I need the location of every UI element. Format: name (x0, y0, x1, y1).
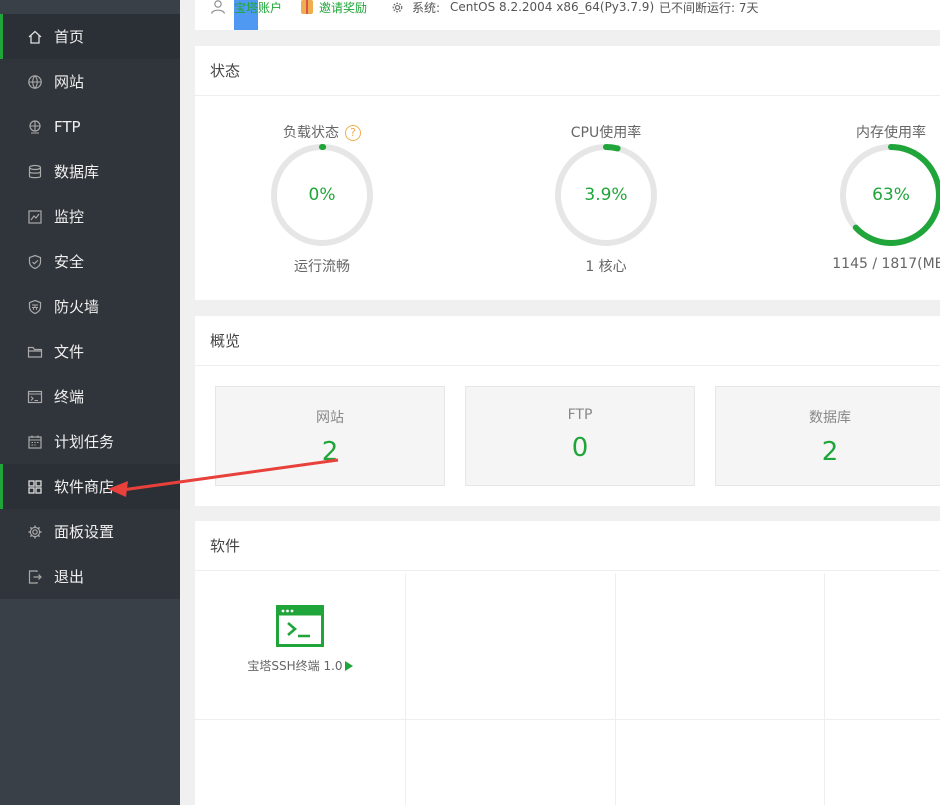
sidebar-item-panel-settings[interactable]: 面板设置 (0, 509, 180, 554)
home-icon (26, 28, 44, 46)
system-info: 系统: CentOS 8.2.2004 x86_64(Py3.7.9) (391, 0, 655, 15)
uptime-text: 已不间断运行: 7天 (659, 0, 759, 15)
software-cell (615, 719, 825, 805)
firewall-icon (26, 298, 44, 316)
calendar-icon (26, 433, 44, 451)
gauge-ring: 3.9% (553, 142, 659, 248)
sidebar-item-database[interactable]: 数据库 (0, 149, 180, 194)
sidebar-item-label: 退出 (54, 568, 85, 586)
gear-icon (26, 523, 44, 541)
sidebar-item-monitor[interactable]: 监控 (0, 194, 180, 239)
monitor-icon (26, 208, 44, 226)
gift-icon (301, 0, 313, 14)
gauge-value: 0% (308, 185, 336, 205)
gauge-label: CPU使用率 (570, 125, 642, 141)
software-cell (195, 719, 406, 805)
sidebar-item-label: 首页 (54, 28, 85, 46)
load-gauge[interactable]: 负载状态? 0% 运行流畅 (232, 122, 412, 276)
gauge-ring: 63% (838, 142, 940, 248)
card-value[interactable]: 0 (466, 433, 694, 463)
gauge-value: 63% (872, 185, 910, 205)
software-cell (824, 719, 940, 805)
sidebar-item-ftp[interactable]: FTP (0, 104, 180, 149)
active-indicator (0, 14, 3, 59)
invite-link[interactable]: 邀请奖励 (301, 0, 368, 15)
globe-icon (26, 73, 44, 91)
software-cell (615, 573, 825, 720)
status-panel: 状态 负载状态? 0% 运行流畅 CPU使用率 3.9% 1 核心 内存使用率 … (195, 46, 940, 300)
active-indicator (0, 464, 3, 509)
user-icon (210, 0, 226, 14)
sidebar-item-label: 面板设置 (54, 523, 115, 541)
sidebar-item-label: 终端 (54, 388, 85, 406)
sidebar-item-label: 网站 (54, 73, 85, 91)
overview-panel: 概览 网站 2 FTP 0 数据库 2 (195, 316, 940, 506)
overview-card-website[interactable]: 网站 2 (215, 386, 445, 486)
gauge-sub: 运行流畅 (294, 259, 350, 275)
gauge-sub: 1145 / 1817(MB) (832, 256, 940, 272)
ftp-icon (26, 118, 44, 136)
system-value: CentOS 8.2.2004 x86_64(Py3.7.9) (450, 0, 655, 14)
software-name[interactable]: 宝塔SSH终端 1.0 (195, 657, 405, 674)
sidebar-item-terminal[interactable]: 终端 (0, 374, 180, 419)
software-cell (405, 719, 616, 805)
sidebar-item-label: 文件 (54, 343, 85, 361)
invite-label: 邀请奖励 (319, 0, 368, 15)
sidebar-item-logout[interactable]: 退出 (0, 554, 180, 599)
gauge-label: 内存使用率 (856, 125, 926, 141)
software-cell[interactable]: 宝塔SSH终端 1.0 (195, 573, 406, 720)
software-item[interactable]: 宝塔SSH终端 1.0 (195, 605, 405, 674)
cpu-gauge[interactable]: CPU使用率 3.9% 1 核心 (516, 122, 696, 276)
software-cell (824, 573, 940, 720)
gauge-sub: 1 核心 (585, 259, 627, 275)
sidebar-item-firewall[interactable]: 防火墙 (0, 284, 180, 329)
sidebar-item-files[interactable]: 文件 (0, 329, 180, 374)
overview-card-ftp[interactable]: FTP 0 (465, 386, 695, 486)
system-label: 系统: (412, 0, 441, 15)
shield-icon (26, 253, 44, 271)
database-icon (26, 163, 44, 181)
overview-card-database[interactable]: 数据库 2 (715, 386, 940, 486)
top-info-bar: 宝塔账户 邀请奖励 系统: CentOS 8.2.2004 x86_64(Py3… (195, 0, 940, 30)
software-title: 软件 (195, 521, 940, 571)
sidebar: 首页 网站 FTP 数据库 监控 安全 防火墙 文件 终端 计划任务 软件商店 … (0, 0, 180, 805)
sidebar-item-crontab[interactable]: 计划任务 (0, 419, 180, 464)
sidebar-item-label: 安全 (54, 253, 85, 271)
account-link[interactable]: 宝塔账户 (210, 0, 283, 30)
sidebar-item-label: 监控 (54, 208, 85, 226)
sidebar-item-label: 软件商店 (54, 478, 115, 496)
gauge-value: 3.9% (584, 185, 628, 205)
card-label: 网站 (316, 410, 344, 426)
card-value[interactable]: 2 (216, 437, 444, 467)
sidebar-item-security[interactable]: 安全 (0, 239, 180, 284)
sidebar-item-label: FTP (54, 117, 81, 136)
sidebar-item-home[interactable]: 首页 (0, 14, 180, 59)
play-icon (344, 661, 353, 671)
account-label: 宝塔账户 (234, 0, 283, 15)
settings-icon (391, 1, 404, 14)
sidebar-item-software-store[interactable]: 软件商店 (0, 464, 180, 509)
sidebar-item-label: 数据库 (54, 163, 100, 181)
gauge-label: 负载状态? (232, 122, 412, 142)
sidebar-item-website[interactable]: 网站 (0, 59, 180, 104)
grid-icon (26, 478, 44, 496)
sidebar-item-label: 防火墙 (54, 298, 100, 316)
software-cell (405, 573, 616, 720)
memory-gauge[interactable]: 内存使用率 63% 1145 / 1817(MB) (801, 122, 940, 272)
overview-title: 概览 (195, 316, 940, 366)
software-panel: 软件 宝塔SSH终端 1.0 (195, 521, 940, 805)
status-title: 状态 (195, 46, 940, 96)
card-value[interactable]: 2 (716, 437, 940, 467)
gauge-ring: 0% (269, 142, 375, 248)
folder-icon (26, 343, 44, 361)
terminal-icon (276, 605, 324, 647)
logout-icon (26, 568, 44, 586)
card-label: FTP (567, 407, 593, 423)
sidebar-menu: 首页 网站 FTP 数据库 监控 安全 防火墙 文件 终端 计划任务 软件商店 … (0, 14, 180, 599)
help-icon[interactable]: ? (345, 125, 361, 141)
sidebar-item-label: 计划任务 (54, 433, 115, 451)
card-label: 数据库 (809, 410, 851, 426)
terminal-icon (26, 388, 44, 406)
